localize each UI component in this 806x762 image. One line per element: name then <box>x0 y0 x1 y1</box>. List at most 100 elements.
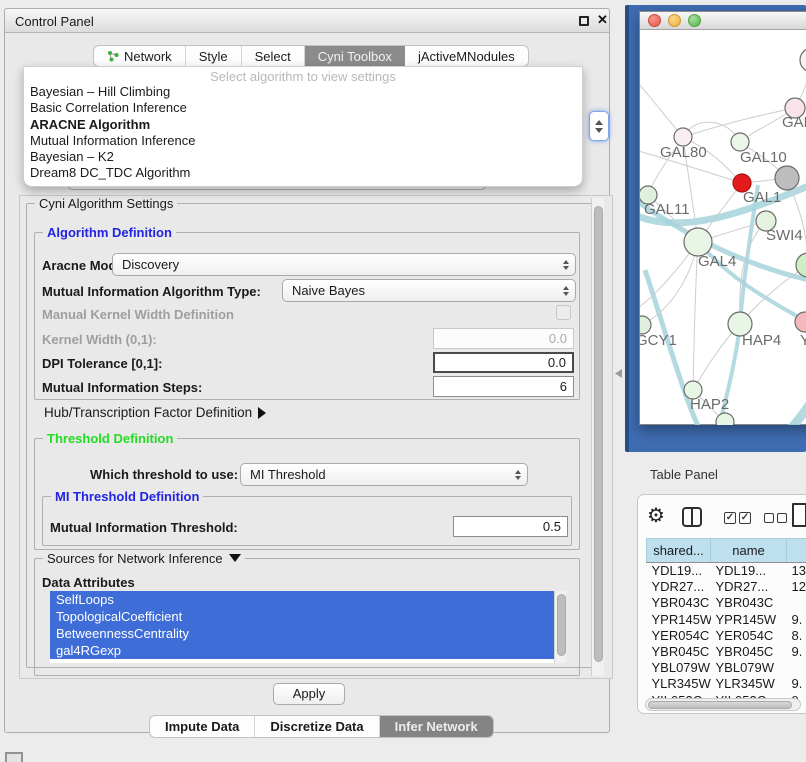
attribute-item-selfloops[interactable]: SelfLoops <box>50 591 554 608</box>
minimize-window-icon[interactable] <box>668 14 681 27</box>
dpi-tolerance-field[interactable]: 0.0 <box>433 352 574 373</box>
node-label-gal: GAL <box>782 114 806 131</box>
algorithm-option-aracne-algorithm[interactable]: ARACNE Algorithm <box>24 117 582 133</box>
mi-threshold-label: Mutual Information Threshold: <box>50 520 238 535</box>
attribute-list-scrollbar[interactable] <box>554 591 566 663</box>
algorithm-option-mutual-information-inference[interactable]: Mutual Information Inference <box>24 133 582 149</box>
close-panel-icon[interactable]: ✕ <box>597 12 608 28</box>
combo-spinner-fragment[interactable] <box>589 111 609 141</box>
table-row[interactable]: YER054CYER054C8. <box>647 627 806 643</box>
which-threshold-label: Which threshold to use: <box>90 467 238 482</box>
unchecked-boxes-icon[interactable] <box>764 513 787 523</box>
algorithm-popup-items: Bayesian – Hill ClimbingBasic Correlatio… <box>24 84 582 182</box>
node-label-gal11: GAL11 <box>644 201 690 218</box>
network-window-frame: GALGAL80GAL10GAL1GAL11SWI4GAL4GCY1HAP4YH… <box>625 5 806 452</box>
data-attributes-list: SelfLoopsTopologicalCoefficientBetweenne… <box>50 591 554 663</box>
sources-title[interactable]: Sources for Network Inference <box>43 551 245 566</box>
tab-discretize-data[interactable]: Discretize Data <box>255 716 379 737</box>
mi-type-combo[interactable]: Naive Bayes <box>282 279 576 302</box>
screen: Control Panel ✕ NetworkStyleSelectCyni T… <box>0 0 806 762</box>
attribute-item-gal4rgexp[interactable]: gal4RGexp <box>50 642 554 659</box>
table-row[interactable]: YBR043CYBR043C <box>647 595 806 611</box>
hub-definition-toggle[interactable]: Hub/Transcription Factor Definition <box>44 405 266 420</box>
combo-arrows-icon <box>563 286 569 296</box>
network-node[interactable] <box>716 413 734 425</box>
network-window: GALGAL80GAL10GAL1GAL11SWI4GAL4GCY1HAP4YH… <box>639 11 806 425</box>
algorithm-option-bayesian-k2[interactable]: Bayesian – K2 <box>24 149 582 165</box>
which-threshold-combo[interactable]: MI Threshold <box>240 463 528 486</box>
table-row[interactable]: YBR045CYBR045C9. <box>647 643 806 659</box>
tab-impute-data[interactable]: Impute Data <box>150 716 255 737</box>
minimized-panel-icon[interactable] <box>5 752 23 762</box>
network-node[interactable] <box>775 166 799 190</box>
data-attributes-label: Data Attributes <box>42 575 135 590</box>
algorithm-dropdown-popup: Select algorithm to view settings Bayesi… <box>23 66 583 187</box>
table-header-row[interactable]: shared...nameA <box>647 539 806 563</box>
network-edge[interactable] <box>758 388 806 425</box>
mi-steps-label: Mutual Information Steps: <box>42 380 202 395</box>
tab-select[interactable]: Select <box>242 46 305 66</box>
network-edge[interactable] <box>640 80 683 137</box>
table-row[interactable]: YLR345WYLR345W9. <box>647 676 806 692</box>
expand-right-icon <box>258 407 266 419</box>
table-row[interactable]: YBL079WYBL079W <box>647 660 806 676</box>
algorithm-option-basic-correlation-inference[interactable]: Basic Correlation Inference <box>24 100 582 116</box>
tab-jactivemnodules[interactable]: jActiveMNodules <box>405 46 528 66</box>
combo-arrows-icon <box>515 470 521 480</box>
checked-boxes-icon[interactable]: ✓✓ <box>724 512 751 524</box>
node-label-gcy1: GCY1 <box>640 332 677 349</box>
network-node[interactable] <box>800 48 806 72</box>
node-label-hap4: HAP4 <box>742 332 781 349</box>
network-icon <box>107 50 119 62</box>
tab-network[interactable]: Network <box>94 46 186 66</box>
node-label-gal80: GAL80 <box>660 144 707 161</box>
algorithm-option-dream8-dc-tdc-algorithm[interactable]: Dream8 DC_TDC Algorithm <box>24 165 582 181</box>
tab-infer-network[interactable]: Infer Network <box>380 716 493 737</box>
zoom-window-icon[interactable] <box>688 14 701 27</box>
mi-threshold-field[interactable]: 0.5 <box>453 516 568 537</box>
cyni-algorithm-settings-title: Cyni Algorithm Settings <box>35 196 177 211</box>
network-node-gal4[interactable] <box>684 228 712 256</box>
manual-kernel-checkbox[interactable] <box>556 305 571 320</box>
apply-button[interactable]: Apply <box>273 683 345 705</box>
settings-scrollbar[interactable] <box>591 198 604 676</box>
control-panel-tabs: NetworkStyleSelectCyni ToolboxjActiveMNo… <box>93 45 529 67</box>
table-card: ⚙ ✓✓ shared...nameA YDL19...YDL19...13YD… <box>637 494 806 714</box>
mi-threshold-definition-title: MI Threshold Definition <box>51 489 203 504</box>
control-panel-title: Control Panel <box>15 14 94 29</box>
network-window-titlebar[interactable] <box>640 12 806 30</box>
network-edge[interactable] <box>718 185 758 425</box>
column-header-name[interactable]: name <box>711 539 787 563</box>
table-row[interactable]: YPR145WYPR145W9. <box>647 611 806 627</box>
node-table: shared...nameA YDL19...YDL19...13YDR27..… <box>646 538 806 708</box>
tab-style[interactable]: Style <box>186 46 242 66</box>
page-icon[interactable] <box>792 503 806 527</box>
attribute-item-betweennesscentrality[interactable]: BetweennessCentrality <box>50 625 554 642</box>
node-label-gal10: GAL10 <box>740 149 787 166</box>
spinner-up-icon <box>595 120 603 125</box>
network-canvas[interactable]: GALGAL80GAL10GAL1GAL11SWI4GAL4GCY1HAP4YH… <box>640 30 806 425</box>
mi-steps-field[interactable]: 6 <box>433 376 574 397</box>
columns-icon[interactable] <box>682 507 702 527</box>
column-header-shared[interactable]: shared... <box>647 539 711 563</box>
close-window-icon[interactable] <box>648 14 661 27</box>
float-panel-icon[interactable] <box>579 16 589 26</box>
algorithm-definition-title: Algorithm Definition <box>43 225 176 240</box>
attribute-item-topologicalcoefficient[interactable]: TopologicalCoefficient <box>50 608 554 625</box>
tab-cyni-toolbox[interactable]: Cyni Toolbox <box>305 46 405 66</box>
node-label-gal1: GAL1 <box>743 189 781 206</box>
table-row[interactable]: YDL19...YDL19...13 <box>647 563 806 579</box>
algorithm-option-bayesian-hill-climbing[interactable]: Bayesian – Hill Climbing <box>24 84 582 100</box>
table-row[interactable]: YDR27...YDR27...12 <box>647 579 806 595</box>
network-node[interactable] <box>796 253 806 277</box>
gear-icon[interactable]: ⚙ <box>647 506 665 526</box>
scrollbar-thumb[interactable] <box>648 701 792 709</box>
control-panel: Control Panel ✕ NetworkStyleSelectCyni T… <box>4 8 610 733</box>
splitter-collapse-icon[interactable] <box>615 369 622 378</box>
aracne-mode-combo[interactable]: Discovery <box>112 253 576 276</box>
kernel-width-field[interactable]: 0.0 <box>433 328 574 349</box>
mi-type-label: Mutual Information Algorithm Type: <box>42 284 261 299</box>
table-horizontal-scrollbar[interactable] <box>645 698 801 711</box>
column-header-a[interactable]: A <box>787 539 806 563</box>
table-panel-title: Table Panel <box>650 467 718 482</box>
